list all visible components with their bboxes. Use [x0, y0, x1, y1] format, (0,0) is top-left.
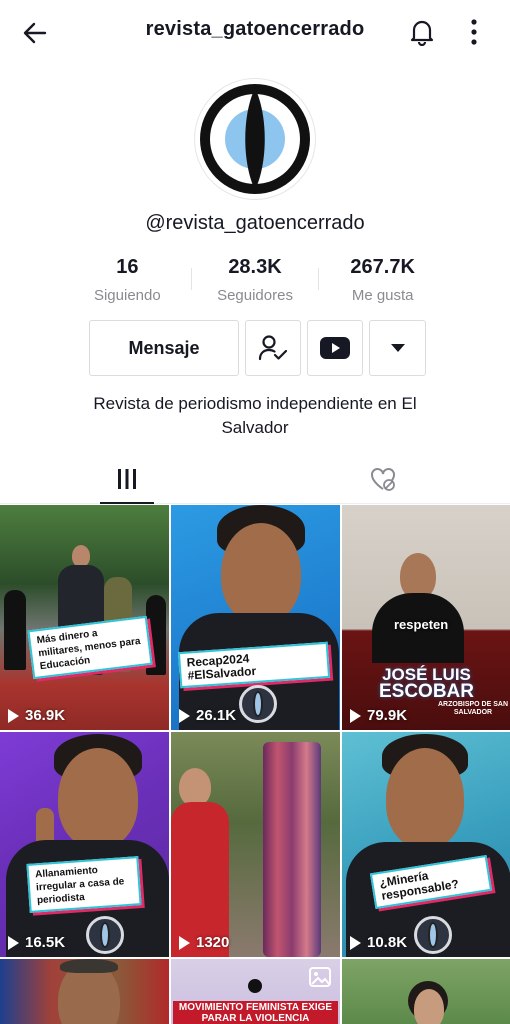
thumbnail-figure [179, 768, 211, 806]
tab-videos[interactable] [100, 455, 154, 504]
channel-watermark [239, 685, 277, 723]
play-icon [8, 935, 19, 950]
profile-stats: 16 Siguiendo 28.3K Seguidores 267.7K Me … [64, 254, 446, 304]
liked-hidden-icon [371, 468, 395, 491]
channel-watermark [86, 916, 124, 954]
more-options-button[interactable] [460, 14, 488, 50]
likes-stat[interactable]: 267.7K Me gusta [319, 254, 446, 304]
following-label: Siguiendo [93, 287, 161, 304]
thumbnail-subtitle: ARZOBISPO DE SAN SALVADOR [438, 701, 509, 716]
message-button[interactable]: Mensaje [89, 320, 239, 376]
followers-count: 28.3K [228, 256, 282, 278]
followers-label: Seguidores [217, 287, 293, 304]
view-count: 26.1K [179, 707, 236, 724]
thumbnail-figure [58, 748, 138, 848]
video-thumbnail[interactable] [0, 959, 169, 1024]
view-count-text: 36.9K [25, 707, 66, 724]
view-count-text: 10.8K [367, 934, 408, 951]
grid-icon [118, 469, 136, 489]
thumbnail-figure [60, 959, 118, 973]
photo-icon [309, 967, 331, 987]
avatar[interactable] [194, 78, 316, 200]
top-bar: revista_gatoencerrado [0, 0, 510, 64]
video-thumbnail[interactable]: Allanamiento irregular a casa de periodi… [0, 732, 169, 957]
video-caption-highlight: respeten [394, 617, 449, 632]
notifications-button[interactable] [404, 14, 440, 50]
channel-watermark [414, 916, 452, 954]
video-thumbnail[interactable] [342, 959, 510, 1024]
thumbnail-figure [4, 590, 26, 670]
following-count: 16 [116, 256, 139, 278]
view-count-text: 26.1K [196, 707, 237, 724]
bell-icon [410, 20, 434, 46]
view-count: 36.9K [8, 707, 65, 724]
view-count: 10.8K [350, 934, 407, 951]
video-caption-tag: Allanamiento irregular a casa de periodi… [26, 856, 142, 913]
mini-logo [248, 979, 262, 993]
followers-stat[interactable]: 28.3K Seguidores [192, 254, 319, 304]
tab-liked[interactable] [356, 455, 410, 503]
video-thumbnail[interactable]: ¿Minería responsable? 10.8K [342, 732, 510, 957]
content-tabs [0, 455, 510, 504]
youtube-icon [320, 337, 350, 359]
play-icon [179, 708, 190, 723]
video-thumbnail[interactable]: 1320 [171, 732, 340, 957]
following-status-button[interactable] [245, 320, 301, 376]
youtube-link-button[interactable] [307, 320, 363, 376]
more-vertical-icon [471, 19, 477, 45]
suggested-accounts-button[interactable] [369, 320, 426, 376]
caret-down-icon [390, 344, 405, 352]
video-thumbnail[interactable]: Más dinero a militares, menos para Educa… [0, 505, 169, 730]
view-count-text: 1320 [196, 934, 230, 951]
view-count: 16.5K [8, 934, 65, 951]
thumbnail-headline: MOVIMIENTO FEMINISTA EXIGE PARAR LA VIOL… [173, 1001, 338, 1024]
video-thumbnail[interactable]: MOVIMIENTO FEMINISTA EXIGE PARAR LA VIOL… [171, 959, 340, 1024]
video-thumbnail[interactable]: Recap2024 #ElSalvador 26.1K [171, 505, 340, 730]
thumbnail-figure [72, 545, 90, 567]
view-count: 1320 [179, 934, 229, 951]
likes-count: 267.7K [350, 256, 415, 278]
thumbnail-figure [414, 989, 444, 1024]
play-icon [179, 935, 190, 950]
view-count-text: 79.9K [367, 707, 408, 724]
user-check-icon [258, 335, 288, 361]
likes-label: Me gusta [351, 287, 414, 304]
thumbnail-name-line2: ESCOBAR [378, 681, 474, 702]
thumbnail-figure [221, 523, 301, 623]
hanging-fabric [263, 742, 321, 957]
following-stat[interactable]: 16 Siguiendo [64, 254, 191, 304]
thumbnail-figure [386, 748, 464, 848]
play-icon [8, 708, 19, 723]
profile-handle: @revista_gatoencerrado [145, 212, 365, 234]
profile-bio: Revista de periodismo independiente en E… [93, 394, 417, 437]
view-count: 79.9K [350, 707, 407, 724]
view-count-text: 16.5K [25, 934, 66, 951]
video-caption-tag: Más dinero a militares, menos para Educa… [27, 615, 153, 680]
play-icon [350, 935, 361, 950]
video-thumbnail[interactable]: respeten JOSÉ LUIS ESCOBAR ARZOBISPO DE … [342, 505, 510, 730]
cat-eye-logo [200, 84, 310, 194]
play-icon [350, 708, 361, 723]
